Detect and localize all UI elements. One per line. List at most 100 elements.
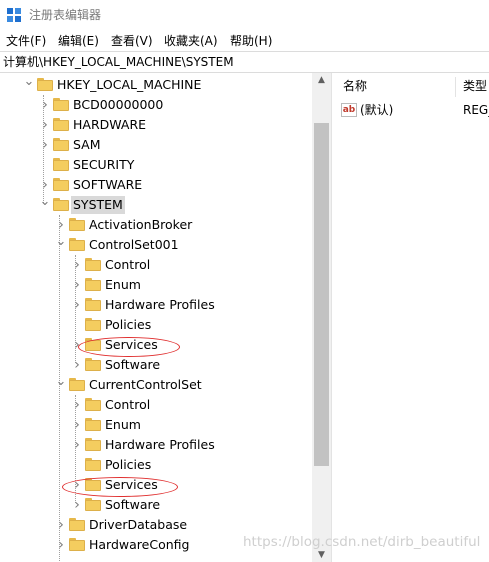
folder-icon [53, 198, 69, 211]
folder-icon [85, 318, 101, 331]
tree-scrollbar[interactable]: ▲ ▼ [312, 73, 331, 562]
menu-edit[interactable]: 编辑(E) [58, 33, 99, 49]
chevron-right-icon[interactable]: › [71, 435, 83, 455]
chevron-down-icon[interactable]: ⌄ [55, 235, 67, 255]
chevron-right-icon[interactable]: › [39, 175, 51, 195]
tree-node[interactable]: › Enum [0, 415, 312, 435]
folder-icon [69, 238, 85, 251]
tree-node[interactable]: › Control [0, 255, 312, 275]
address-path[interactable]: 计算机\HKEY_LOCAL_MACHINE\SYSTEM [3, 55, 234, 70]
title-bar: 注册表编辑器 [0, 0, 489, 31]
chevron-right-icon[interactable]: › [71, 275, 83, 295]
tree-node[interactable]: › SAM [0, 135, 312, 155]
menu-favorites[interactable]: 收藏夹(A) [164, 33, 218, 49]
tree-node[interactable]: › Software [0, 355, 312, 375]
ab-string-icon: ab [341, 103, 357, 117]
chevron-right-icon[interactable]: › [71, 255, 83, 275]
tree-node-label: Enum [105, 277, 141, 292]
folder-icon [53, 138, 69, 151]
folder-icon [85, 258, 101, 271]
folder-icon [69, 218, 85, 231]
chevron-right-icon[interactable]: › [71, 395, 83, 415]
chevron-right-icon[interactable]: › [55, 215, 67, 235]
folder-icon [85, 498, 101, 511]
chevron-down-icon[interactable]: ⌄ [23, 75, 35, 95]
tree-node-label: HKEY_LOCAL_MACHINE [57, 77, 202, 92]
tree-node-label: SOFTWARE [73, 177, 143, 192]
tree-node[interactable]: ⌄ SYSTEM [0, 195, 312, 215]
tree-node[interactable]: › Hardware Profiles [0, 295, 312, 315]
tree-node[interactable]: › Enum [0, 275, 312, 295]
tree-node[interactable]: ⌄ CurrentControlSet [0, 375, 312, 395]
column-header-name[interactable]: 名称 [343, 73, 367, 99]
chevron-right-icon[interactable]: › [55, 535, 67, 555]
tree-node-label: HardwareConfig [89, 537, 190, 552]
tree-node[interactable]: SECURITY [0, 155, 312, 175]
tree-node[interactable]: ⌄ HKEY_LOCAL_MACHINE [0, 75, 312, 95]
menu-file[interactable]: 文件(F) [6, 33, 46, 49]
tree-node-label: HARDWARE [73, 117, 147, 132]
chevron-right-icon[interactable]: › [71, 295, 83, 315]
tree-node[interactable]: › ActivationBroker [0, 215, 312, 235]
chevron-right-icon[interactable]: › [71, 355, 83, 375]
tree-node[interactable]: Policies [0, 455, 312, 475]
tree-node[interactable]: › BCD00000000 [0, 95, 312, 115]
scroll-down-arrow-icon[interactable]: ▼ [312, 548, 331, 562]
tree-node[interactable]: › DriverDatabase [0, 515, 312, 535]
chevron-right-icon[interactable]: › [39, 95, 51, 115]
value-type: REG_ [463, 103, 489, 117]
folder-icon [69, 378, 85, 391]
tree-node-label: Policies [105, 317, 152, 332]
tree-node-label: ActivationBroker [89, 217, 193, 232]
chevron-right-icon[interactable]: › [39, 115, 51, 135]
scroll-up-arrow-icon[interactable]: ▲ [312, 73, 331, 87]
scroll-thumb[interactable] [314, 123, 329, 466]
chevron-right-icon[interactable]: › [71, 495, 83, 515]
tree-node[interactable]: ⌄ ControlSet001 [0, 235, 312, 255]
folder-icon [37, 78, 53, 91]
annotation-ellipse [78, 337, 180, 357]
tree-node-label: CurrentControlSet [89, 377, 202, 392]
tree-node-label: Control [105, 397, 151, 412]
chevron-right-icon[interactable]: › [71, 415, 83, 435]
menu-help[interactable]: 帮助(H) [230, 33, 272, 49]
tree-node-label: Hardware Profiles [105, 437, 215, 452]
tree-node-label: Control [105, 257, 151, 272]
tree-node[interactable]: › Hardware Profiles [0, 435, 312, 455]
tree-node-label: Software [105, 357, 161, 372]
folder-icon [85, 358, 101, 371]
tree-node-label: SYSTEM [71, 196, 125, 214]
address-bar[interactable]: 计算机\HKEY_LOCAL_MACHINE\SYSTEM [0, 51, 489, 73]
tree-node[interactable]: › HARDWARE [0, 115, 312, 135]
tree-node-label: ControlSet001 [89, 237, 179, 252]
column-divider[interactable] [455, 77, 456, 97]
column-header-type[interactable]: 类型 [463, 73, 487, 99]
tree-node[interactable]: Policies [0, 315, 312, 335]
tree-node[interactable]: › Control [0, 395, 312, 415]
window-title: 注册表编辑器 [29, 8, 102, 22]
watermark: https://blog.csdn.net/dirb_beautiful [243, 534, 481, 550]
chevron-down-icon[interactable]: ⌄ [55, 375, 67, 395]
folder-icon [85, 278, 101, 291]
folder-icon [85, 438, 101, 451]
tree-node-label: Software [105, 497, 161, 512]
tree-node-label: SECURITY [73, 157, 135, 172]
folder-icon [53, 98, 69, 111]
value-name: (默认) [360, 103, 394, 117]
value-row[interactable]: ab (默认) REG_ [335, 101, 489, 119]
tree-node-label: BCD00000000 [73, 97, 164, 112]
chevron-right-icon[interactable]: › [55, 515, 67, 535]
chevron-down-icon[interactable]: ⌄ [39, 195, 51, 215]
annotation-ellipse [62, 477, 178, 497]
menu-view[interactable]: 查看(V) [111, 33, 153, 49]
folder-icon [53, 118, 69, 131]
folder-icon [85, 458, 101, 471]
tree-node[interactable]: › SOFTWARE [0, 175, 312, 195]
tree-node[interactable]: › Software [0, 495, 312, 515]
chevron-right-icon[interactable]: › [39, 135, 51, 155]
tree-node-label: Policies [105, 457, 152, 472]
tree-node-label: Hardware Profiles [105, 297, 215, 312]
tree-node-label: DriverDatabase [89, 517, 188, 532]
registry-editor-icon [7, 8, 21, 22]
folder-icon [85, 398, 101, 411]
